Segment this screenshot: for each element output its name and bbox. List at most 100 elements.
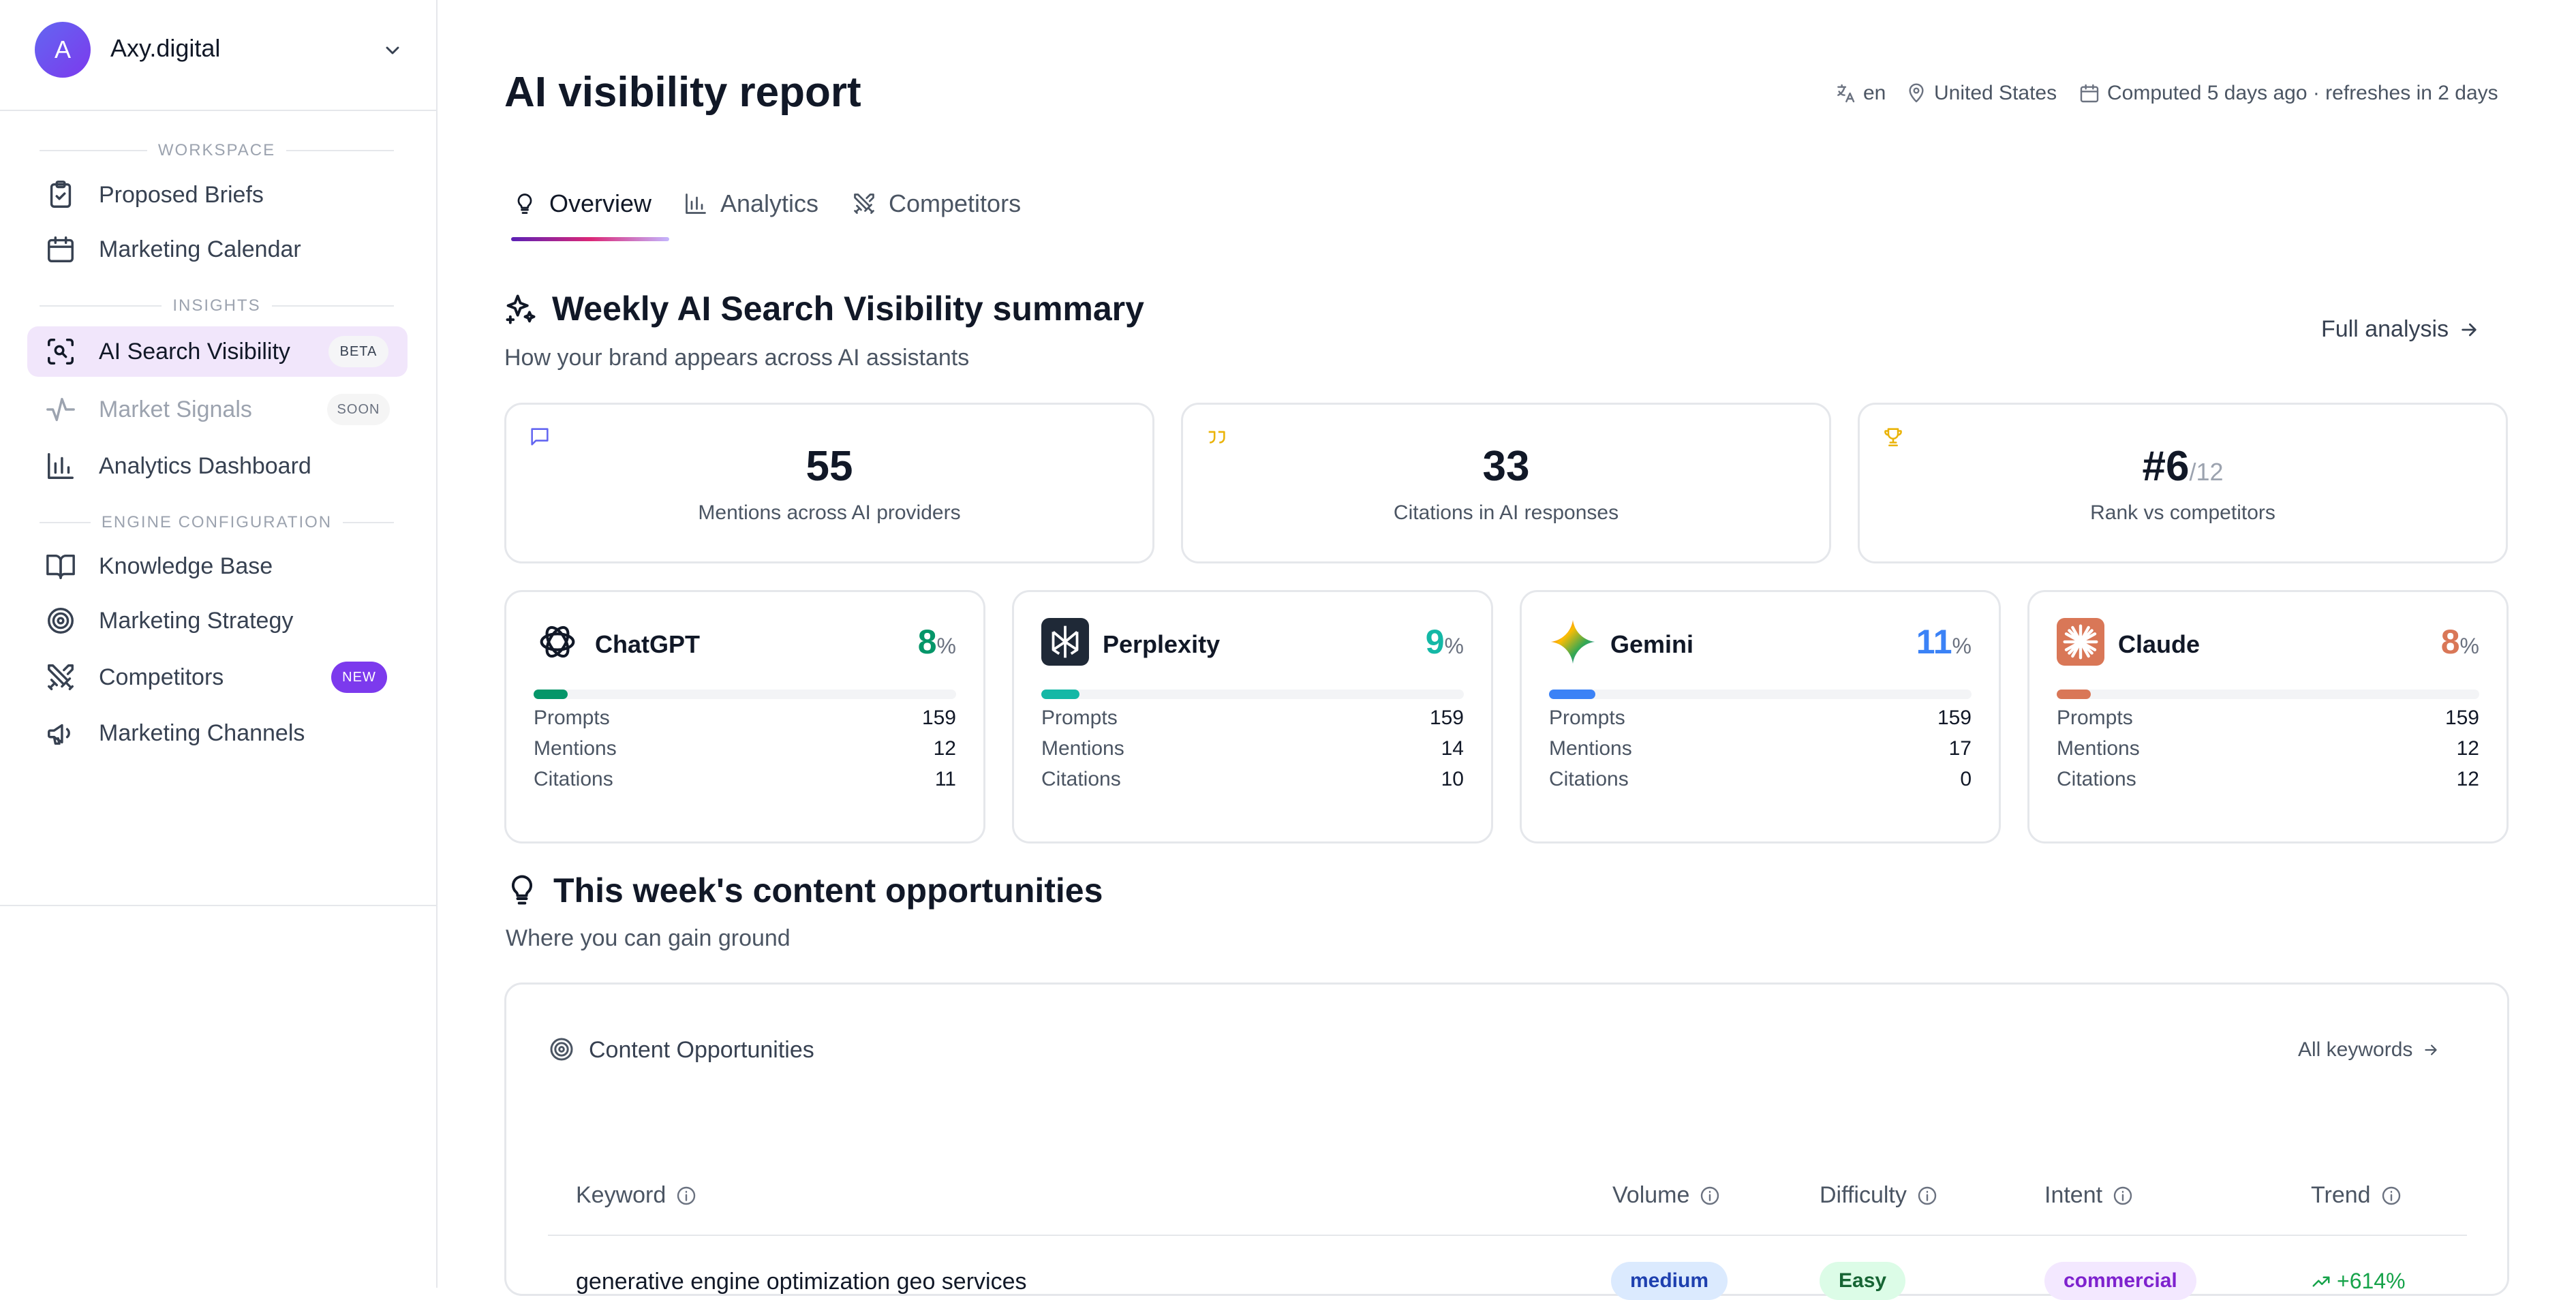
openai-logo-icon (540, 625, 575, 658)
megaphone-icon (48, 724, 70, 745)
provider-card-perplexity: Perplexity 9% Prompts 159 Mentions 14 Cita… (1012, 590, 1493, 844)
info-icon[interactable] (1916, 1185, 1938, 1207)
rank-value: #6 (2142, 443, 2190, 490)
sidebar-item-label: Knowledge Base (99, 553, 273, 579)
row-label: Citations (1041, 768, 1121, 790)
provider-name: Gemini (1610, 630, 1694, 658)
bar-chart-icon (686, 194, 706, 214)
opportunities-subtitle: Where you can gain ground (506, 925, 791, 951)
citations-row: Citations 0 (1549, 768, 1972, 798)
column-header-difficulty[interactable]: Difficulty (1820, 1182, 1938, 1209)
percent-value: 8 (917, 623, 937, 661)
row-value: 12 (933, 737, 956, 760)
page-title: AI visibility report (504, 69, 861, 116)
keyword-cell[interactable]: generative engine optimization geo servi… (576, 1269, 1027, 1295)
sidebar-item-analytics-dashboard[interactable]: Analytics Dashboard (27, 441, 408, 491)
all-keywords-link[interactable]: All keywords (2298, 1038, 2440, 1062)
sidebar-item-marketing-channels[interactable]: Marketing Channels (27, 708, 408, 758)
tab-label: Competitors (889, 189, 1022, 217)
row-label: Prompts (534, 707, 610, 729)
beta-badge: BETA (328, 336, 388, 367)
visibility-bar (1549, 690, 1972, 699)
sidebar-item-marketing-calendar[interactable]: Marketing Calendar (27, 224, 408, 275)
row-label: Citations (1549, 768, 1629, 790)
summary-title: Weekly AI Search Visibility summary (552, 290, 1144, 328)
provider-percent: 9% (1426, 622, 1464, 662)
row-value: 0 (1960, 768, 1972, 790)
column-header-trend[interactable]: Trend (2311, 1182, 2402, 1209)
provider-name: Claude (2118, 630, 2201, 658)
language-indicator: en (1835, 82, 1886, 105)
swords-icon (48, 664, 74, 690)
difficulty-cell: Easy (1820, 1262, 1906, 1300)
citations-row: Citations 11 (534, 768, 956, 798)
stat-card-citations: 33 Citations in AI responses (1181, 403, 1831, 563)
sidebar-item-marketing-strategy[interactable]: Marketing Strategy (27, 595, 408, 646)
row-label: Prompts (1041, 707, 1118, 729)
prompts-row: Prompts 159 (2057, 707, 2479, 737)
provider-name: ChatGPT (595, 630, 701, 658)
info-icon[interactable] (2112, 1185, 2134, 1207)
stat-card-mentions: 55 Mentions across AI providers (504, 403, 1154, 563)
location-value: United States (1934, 82, 2057, 104)
percent-unit: % (936, 634, 956, 658)
org-switcher[interactable]: A Axy.digital (0, 0, 436, 111)
row-label: Mentions (1041, 737, 1124, 760)
row-value: 14 (1441, 737, 1464, 760)
row-label: Citations (2057, 768, 2136, 790)
stat-label: Rank vs competitors (2090, 501, 2275, 524)
target-icon (48, 608, 74, 634)
section-label-engine-configuration: ENGINE CONFIGURATION (40, 512, 394, 533)
section-label-workspace: WORKSPACE (40, 140, 394, 161)
book-open-icon (46, 554, 75, 579)
prompts-row: Prompts 159 (534, 707, 956, 737)
sidebar-item-ai-search-visibility[interactable]: AI Search Visibility BETA (27, 326, 408, 377)
trend-value: +614% (2337, 1269, 2406, 1293)
sidebar-item-proposed-briefs[interactable]: Proposed Briefs (27, 170, 408, 220)
computed-indicator: Computed 5 days ago · refreshes in 2 day… (2079, 82, 2498, 105)
column-header-intent[interactable]: Intent (2044, 1182, 2134, 1209)
chevron-down-icon (386, 46, 399, 55)
tab-label: Overview (549, 189, 652, 217)
column-header-volume[interactable]: Volume (1612, 1182, 1721, 1209)
stat-label: Mentions across AI providers (698, 501, 961, 524)
info-icon[interactable] (675, 1185, 697, 1207)
gemini-logo-icon (1550, 619, 1595, 664)
full-analysis-link[interactable]: Full analysis (2321, 316, 2480, 343)
tab-competitors[interactable]: Competitors (852, 189, 1021, 218)
row-value: 12 (2456, 768, 2479, 790)
info-icon[interactable] (2380, 1185, 2402, 1207)
intent-badge: commercial (2044, 1262, 2196, 1300)
sidebar-item-label: Analytics Dashboard (99, 452, 311, 479)
target-icon (550, 1038, 573, 1061)
row-label: Prompts (1549, 707, 1625, 729)
percent-unit: % (2459, 634, 2479, 658)
column-label: Difficulty (1820, 1182, 1907, 1208)
sparkles-icon (506, 294, 536, 324)
visibility-bar (534, 690, 956, 699)
clipboard-check-icon (50, 181, 72, 208)
row-label: Mentions (1549, 737, 1632, 760)
provider-name: Perplexity (1103, 630, 1221, 658)
tab-analytics[interactable]: Analytics (684, 189, 818, 218)
tab-overview[interactable]: Overview (512, 189, 651, 218)
info-icon[interactable] (1699, 1185, 1721, 1207)
languages-icon (1837, 84, 1855, 103)
citations-row: Citations 10 (1041, 768, 1464, 798)
row-value: 159 (1937, 707, 1972, 729)
full-analysis-label: Full analysis (2321, 316, 2449, 342)
sidebar-item-market-signals[interactable]: Market Signals SOON (27, 384, 408, 435)
sidebar-item-label: Marketing Channels (99, 719, 305, 746)
sidebar-item-label: AI Search Visibility (99, 338, 290, 365)
lightbulb-icon (511, 875, 533, 905)
column-header-keyword[interactable]: Keyword (576, 1182, 697, 1209)
sidebar-item-knowledge-base[interactable]: Knowledge Base (27, 541, 408, 591)
stat-value: 33 (1482, 443, 1530, 490)
sidebar-divider (0, 905, 436, 906)
sidebar-item-label: Marketing Calendar (99, 236, 301, 262)
column-label: Intent (2044, 1182, 2103, 1208)
row-label: Prompts (2057, 707, 2133, 729)
intent-cell: commercial (2044, 1262, 2196, 1300)
content-opportunities-title: Content Opportunities (589, 1037, 814, 1063)
sidebar-item-competitors[interactable]: Competitors NEW (27, 652, 408, 702)
